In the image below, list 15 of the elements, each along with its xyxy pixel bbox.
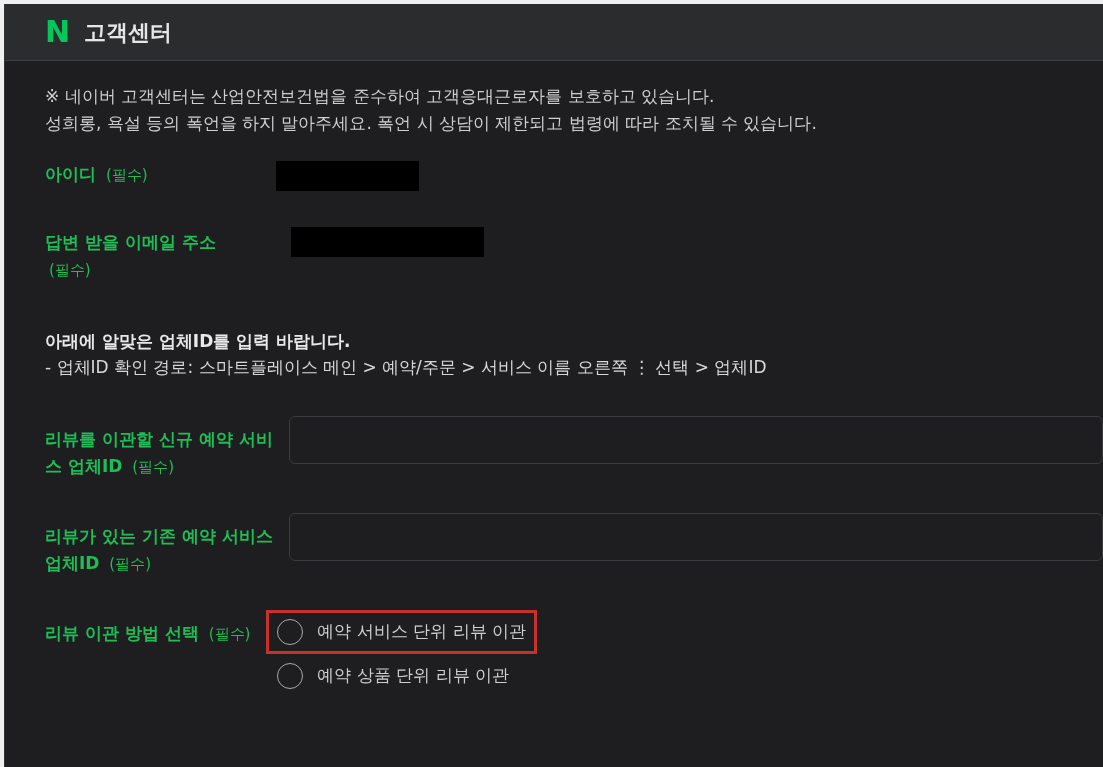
notice-text: ※ 네이버 고객센터는 산업안전보건법을 준수하여 고객응대근로자를 보호하고 있습니다.: [45, 85, 716, 108]
field-label: 답변 받을 이메일 주소 (필수): [45, 231, 217, 281]
field-label: 아이디 (필수): [45, 163, 149, 186]
field-label: 리뷰를 이관할 신규 예약 서비스 업체ID (필수): [45, 428, 274, 478]
field-label: 리뷰 이관 방법 선택 (필수): [45, 622, 251, 645]
radio-option[interactable]: 예약 상품 단위 리뷰 이관: [266, 654, 538, 698]
notice-text: 성희롱, 욕설 등의 폭언을 하지 말아주세요. 폭언 시 상담이 제한되고 법령에 따라 조치될 수 있습니다.: [45, 112, 818, 135]
radio-option[interactable]: 예약 서비스 단위 리뷰 이관: [266, 610, 538, 654]
instruction-text: - 업체ID 확인 경로: 스마트플레이스 메인 > 예약/주문 > 서비스 이름 오른쪽 ⋮ 선택 > 업체ID: [45, 356, 768, 379]
page-title: 고객센터: [84, 18, 173, 47]
input-field[interactable]: [289, 416, 1103, 464]
instruction-title: 아래에 알맞은 업체ID를 입력 바랍니다.: [45, 330, 352, 353]
field-label: 리뷰가 있는 기존 예약 서비스 업체ID (필수): [45, 525, 274, 575]
logo: N: [45, 17, 71, 47]
input-field[interactable]: [289, 513, 1103, 561]
